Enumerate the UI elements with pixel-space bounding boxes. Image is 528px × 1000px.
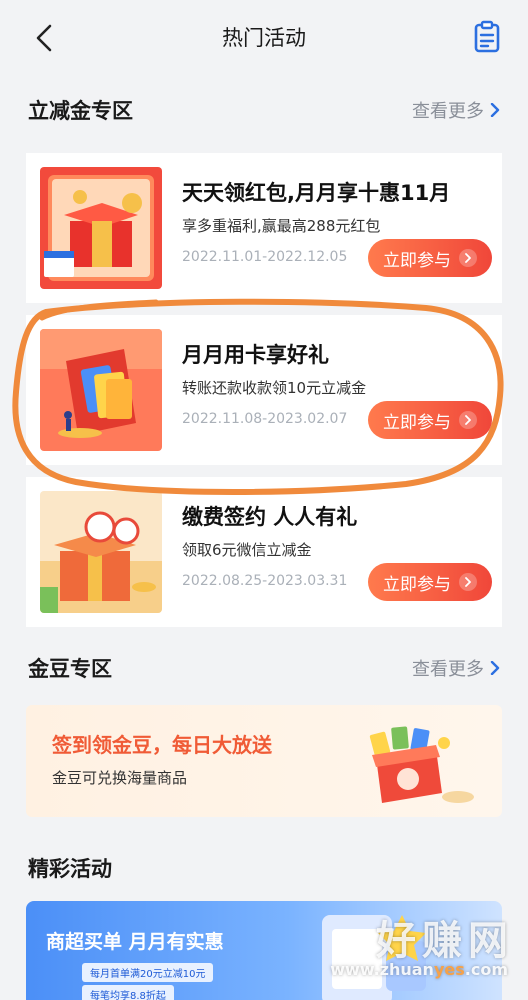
activity-title: 缴费签约 人人有礼 bbox=[182, 505, 358, 529]
activity-date: 2022.08.25-2023.03.31 bbox=[182, 573, 348, 589]
join-label: 立即参与 bbox=[383, 574, 451, 595]
records-button[interactable] bbox=[472, 20, 502, 54]
activity-date: 2022.11.01-2022.12.05 bbox=[182, 249, 348, 265]
chevron-right-icon bbox=[459, 573, 477, 591]
gold-section-header: 金豆专区 查看更多 bbox=[28, 650, 500, 686]
supermarket-promo-banner[interactable]: 商超买单 月月有实惠 每月首单满20元立减10元 每笔均享8.8折起 bbox=[26, 901, 502, 1000]
card-gift-image bbox=[40, 329, 162, 451]
banner-line: 每月首单满20元立减10元 bbox=[82, 963, 214, 982]
shopping-illustration bbox=[322, 915, 426, 1000]
gift-box-icon bbox=[369, 726, 474, 803]
activity-card[interactable]: 月月用卡享好礼 转账还款收款领10元立减金 2022.11.08-2023.02… bbox=[26, 315, 502, 465]
more-label: 查看更多 bbox=[412, 101, 484, 122]
join-button[interactable]: 立即参与 bbox=[368, 401, 492, 439]
section-title: 立减金专区 bbox=[28, 99, 133, 123]
activity-desc: 享多重福利,赢最高288元红包 bbox=[182, 217, 381, 235]
banner-line: 每笔均享8.8折起 bbox=[82, 985, 174, 1000]
red-envelope-gift-image bbox=[40, 167, 162, 289]
divider bbox=[26, 465, 502, 477]
chevron-right-icon bbox=[459, 249, 477, 267]
section-title: 精彩活动 bbox=[28, 857, 112, 881]
clipboard-icon bbox=[474, 20, 500, 53]
activity-title: 月月用卡享好礼 bbox=[182, 343, 329, 367]
banner-title: 签到领金豆，每日大放送 bbox=[52, 733, 272, 757]
chevron-right-icon bbox=[459, 411, 477, 429]
gold-checkin-banner[interactable]: 签到领金豆，每日大放送 金豆可兑换海量商品 bbox=[26, 705, 502, 817]
activity-desc: 领取6元微信立减金 bbox=[182, 541, 312, 559]
banner-subtitle: 金豆可兑换海量商品 bbox=[52, 769, 188, 787]
top-nav-bar: 热门活动 bbox=[0, 0, 528, 76]
discount-section-header: 立减金专区 查看更多 bbox=[28, 92, 500, 128]
activity-date: 2022.11.08-2023.02.07 bbox=[182, 411, 348, 427]
divider bbox=[26, 303, 502, 315]
section-title: 金豆专区 bbox=[28, 657, 112, 681]
join-button[interactable]: 立即参与 bbox=[368, 239, 492, 277]
activity-card[interactable]: 缴费签约 人人有礼 领取6元微信立减金 2022.08.25-2023.03.3… bbox=[26, 477, 502, 627]
join-button[interactable]: 立即参与 bbox=[368, 563, 492, 601]
discount-more-link[interactable]: 查看更多 bbox=[412, 97, 500, 123]
activity-desc: 转账还款收款领10元立减金 bbox=[182, 379, 367, 397]
activity-title: 天天领红包,月月享十惠11月 bbox=[182, 181, 451, 205]
page-title: 热门活动 bbox=[222, 26, 306, 50]
join-label: 立即参与 bbox=[383, 250, 451, 271]
join-label: 立即参与 bbox=[383, 412, 451, 433]
banner-title: 商超买单 月月有实惠 bbox=[46, 931, 224, 953]
chevron-right-icon bbox=[490, 103, 500, 117]
activity-card[interactable]: 天天领红包,月月享十惠11月 享多重福利,赢最高288元红包 2022.11.0… bbox=[26, 153, 502, 303]
chevron-right-icon bbox=[490, 661, 500, 675]
gold-more-link[interactable]: 查看更多 bbox=[412, 655, 500, 681]
gift-box-image bbox=[40, 491, 162, 613]
activity-list: 天天领红包,月月享十惠11月 享多重福利,赢最高288元红包 2022.11.0… bbox=[26, 153, 502, 627]
featured-section-header: 精彩活动 bbox=[28, 850, 500, 886]
more-label: 查看更多 bbox=[412, 659, 484, 680]
